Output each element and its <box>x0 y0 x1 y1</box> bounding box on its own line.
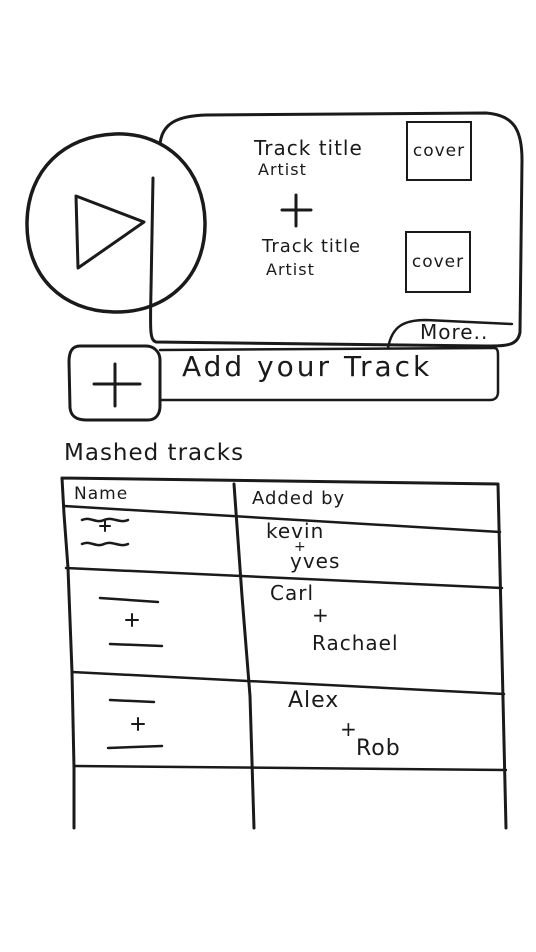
queue-track-1-cover[interactable]: cover <box>406 121 472 181</box>
queue-track-1-artist: Artist <box>258 160 307 179</box>
queue-track-1-title[interactable]: Track title <box>254 136 363 160</box>
row-2-added-by-b: Rachael <box>312 631 399 655</box>
queue-track-2-cover[interactable]: cover <box>405 231 471 293</box>
row-2-mashup-symbol <box>96 594 166 654</box>
combine-plus-icon <box>278 192 314 228</box>
row-3-added-by-b: Rob <box>356 736 401 761</box>
row-3-mashup-symbol <box>104 694 174 754</box>
more-button[interactable]: More.. <box>420 320 488 344</box>
mashed-tracks-heading: Mashed tracks <box>64 440 245 466</box>
row-1-added-by-b: yves <box>290 549 341 573</box>
queue-track-2-title[interactable]: Track title <box>262 236 361 257</box>
column-header-name[interactable]: Name <box>74 484 128 504</box>
cover-label: cover <box>411 252 465 272</box>
row-2-added-by-a: Carl <box>270 581 314 605</box>
row-3-added-by-a: Alex <box>288 688 340 713</box>
queue-track-2-artist: Artist <box>266 260 315 279</box>
add-track-label[interactable]: Add your Track <box>182 350 432 383</box>
plus-icon <box>92 362 142 408</box>
cover-label: cover <box>412 141 466 161</box>
row-1-mashup-symbol <box>80 514 150 574</box>
column-header-added-by[interactable]: Added by <box>252 488 345 509</box>
row-2-joiner: + <box>312 603 330 627</box>
